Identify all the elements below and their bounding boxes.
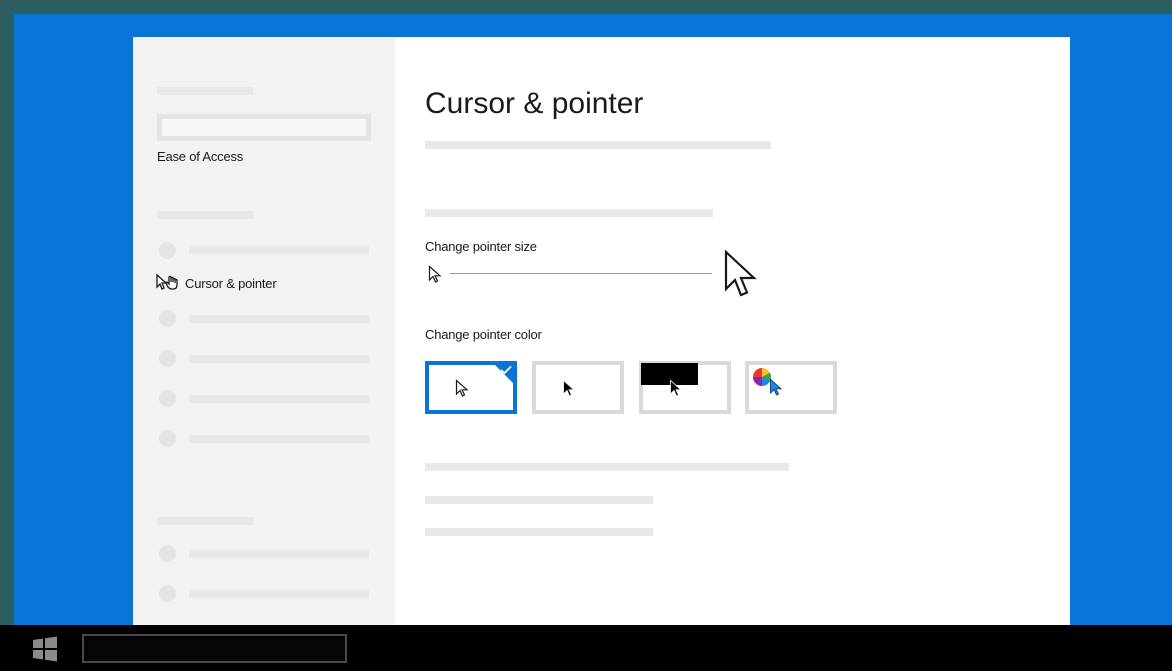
settings-window: Ease of Access Cursor & pointer Cursor &… bbox=[133, 37, 1070, 625]
white-pointer-icon bbox=[455, 379, 469, 397]
sidebar: Ease of Access Cursor & pointer bbox=[133, 37, 395, 625]
windows-start-icon[interactable] bbox=[31, 636, 59, 662]
sidebar-item-placeholder[interactable] bbox=[189, 435, 369, 443]
cursor-pointer-icon bbox=[156, 273, 178, 290]
sidebar-item-placeholder[interactable] bbox=[189, 550, 369, 558]
large-pointer-icon bbox=[724, 249, 757, 297]
sidebar-item-icon bbox=[159, 350, 176, 367]
pointer-color-custom-option[interactable] bbox=[745, 361, 837, 414]
pointer-color-white-option[interactable] bbox=[425, 361, 517, 414]
inverted-pointer-icon bbox=[670, 379, 683, 397]
pointer-size-slider[interactable] bbox=[450, 273, 712, 274]
sidebar-item-icon bbox=[159, 310, 176, 327]
placeholder-line bbox=[157, 211, 253, 219]
black-pointer-icon bbox=[563, 379, 576, 397]
placeholder-line bbox=[157, 517, 253, 525]
placeholder-line bbox=[425, 209, 713, 217]
sidebar-item-icon bbox=[159, 430, 176, 447]
sidebar-item-placeholder[interactable] bbox=[189, 395, 369, 403]
sidebar-item-cursor-pointer[interactable]: Cursor & pointer bbox=[155, 271, 385, 295]
taskbar-search-input[interactable] bbox=[82, 634, 347, 663]
placeholder-line bbox=[425, 496, 653, 504]
pointer-size-label: Change pointer size bbox=[425, 239, 537, 254]
sidebar-item-placeholder[interactable] bbox=[189, 355, 369, 363]
pointer-color-inverted-option[interactable] bbox=[639, 361, 731, 414]
custom-pointer-icon bbox=[770, 378, 783, 396]
checkmark-icon bbox=[500, 365, 512, 375]
sidebar-item-placeholder[interactable] bbox=[189, 590, 369, 598]
page-title: Cursor & pointer bbox=[425, 87, 644, 120]
sidebar-item-icon bbox=[159, 545, 176, 562]
pointer-color-label: Change pointer color bbox=[425, 327, 542, 342]
sidebar-item-placeholder[interactable] bbox=[189, 246, 369, 254]
placeholder-line bbox=[425, 528, 653, 536]
sidebar-section-label: Ease of Access bbox=[157, 149, 244, 164]
pointer-color-black-option[interactable] bbox=[532, 361, 624, 414]
sidebar-item-icon bbox=[159, 585, 176, 602]
sidebar-item-placeholder[interactable] bbox=[189, 315, 369, 323]
sidebar-item-label: Cursor & pointer bbox=[185, 276, 277, 291]
small-pointer-icon bbox=[428, 265, 442, 283]
placeholder-line bbox=[425, 463, 789, 471]
placeholder-line bbox=[157, 87, 253, 95]
main-content: Cursor & pointer Change pointer size Cha… bbox=[395, 37, 1070, 625]
sidebar-item-icon bbox=[159, 242, 176, 259]
sidebar-item-icon bbox=[159, 390, 176, 407]
placeholder-line bbox=[425, 141, 771, 149]
search-settings-input[interactable] bbox=[157, 114, 371, 141]
